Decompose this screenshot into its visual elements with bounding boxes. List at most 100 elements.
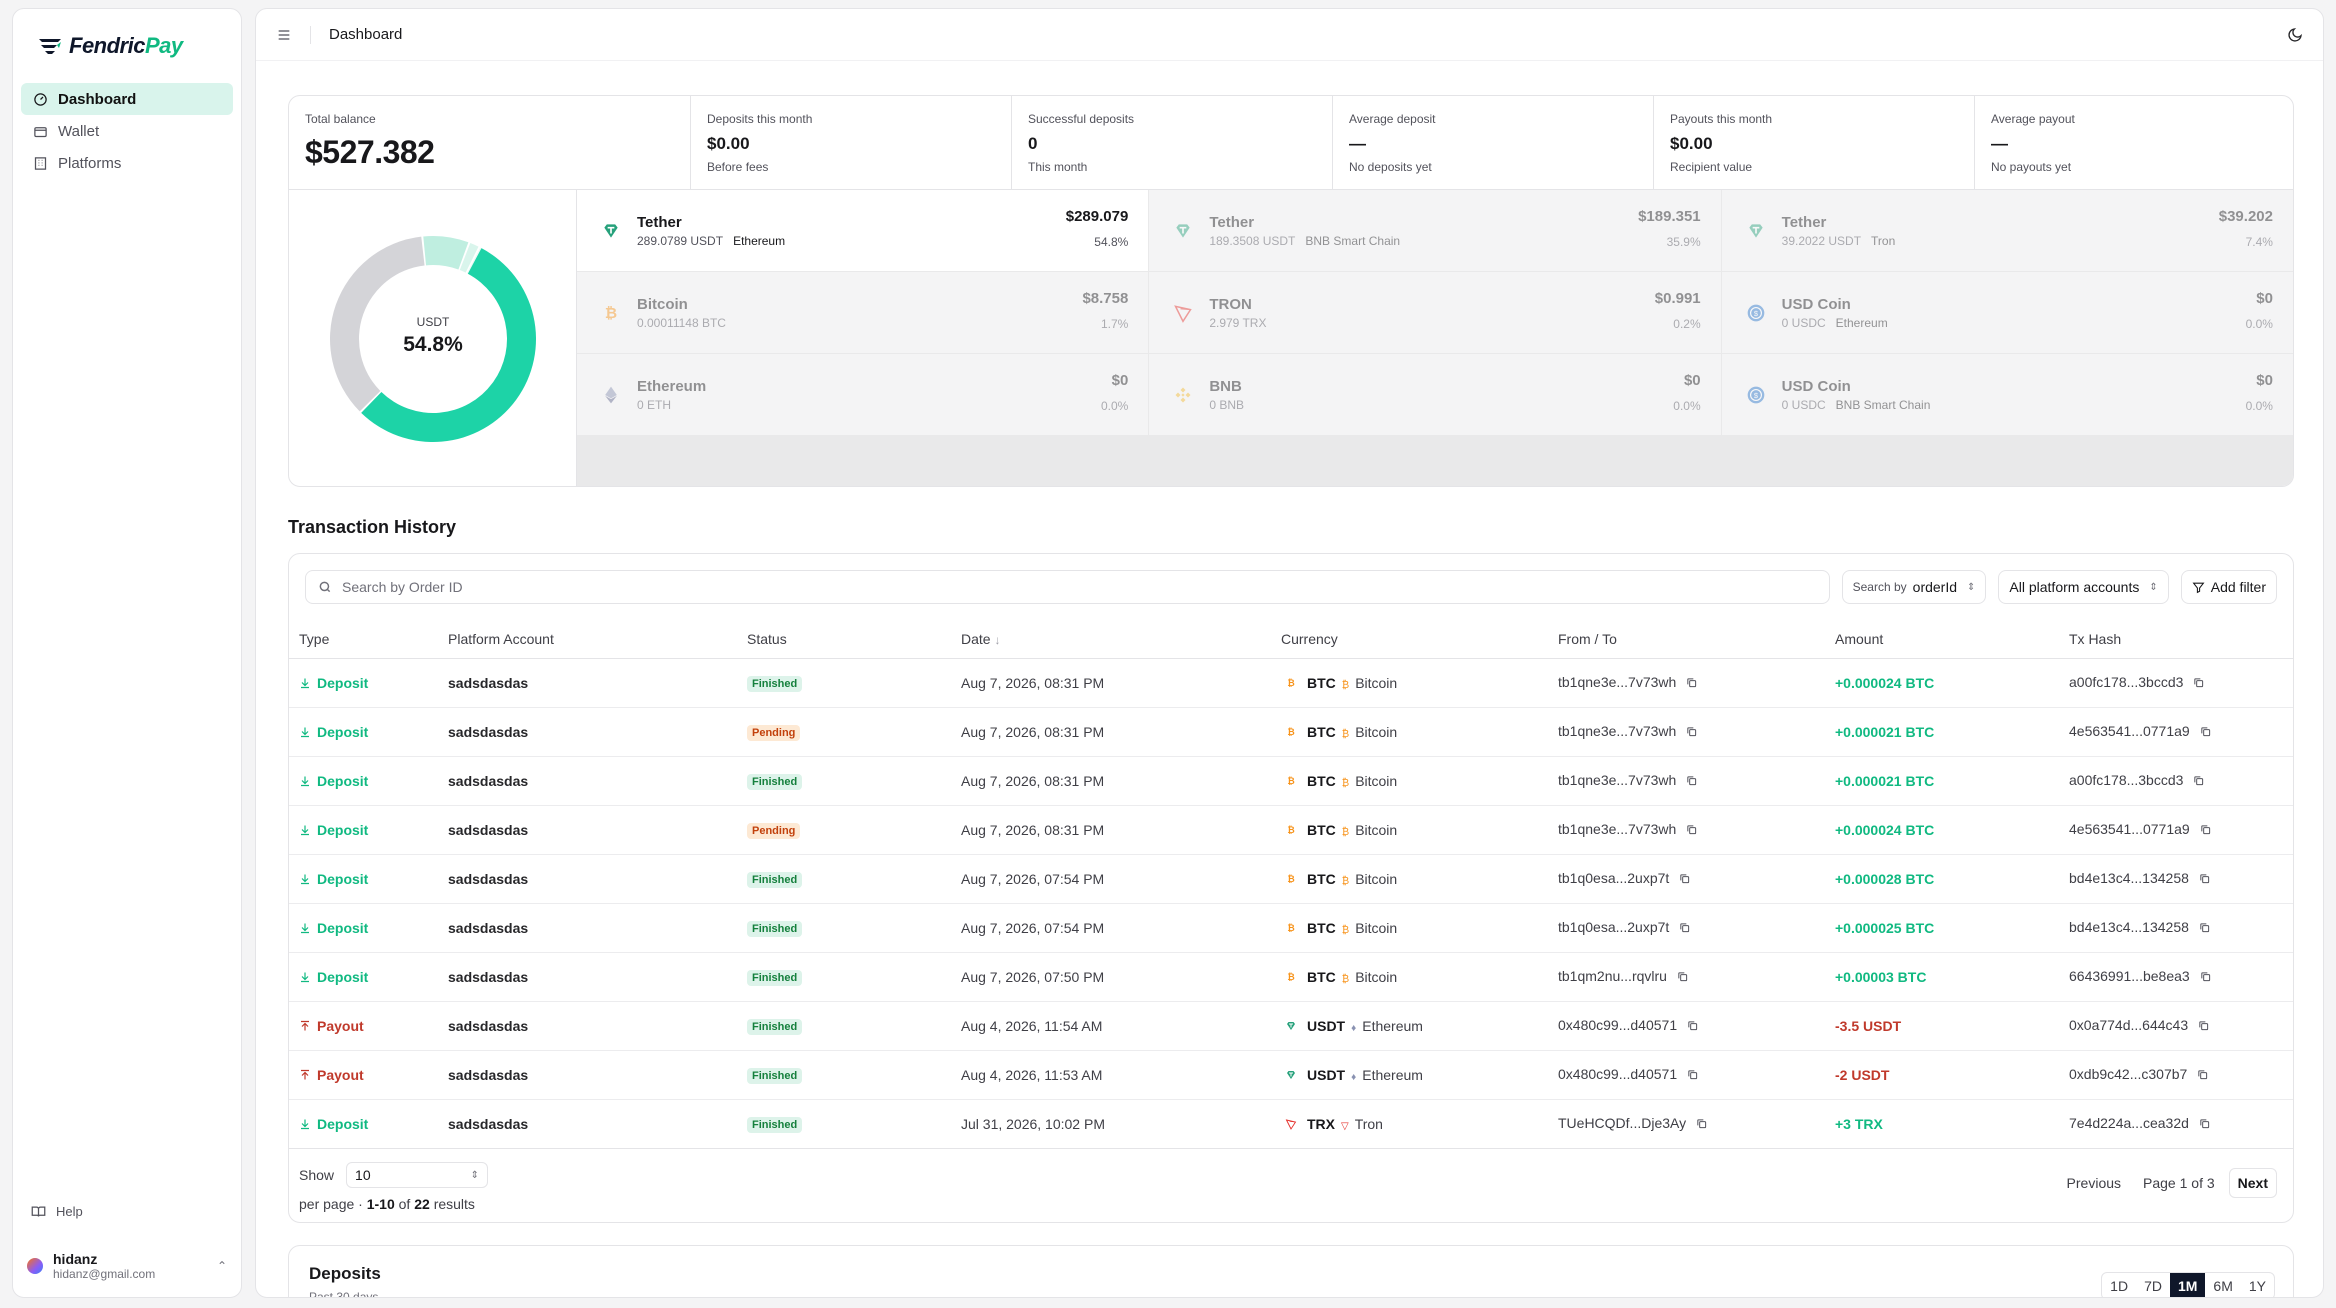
asset-name: Tether — [1209, 213, 1255, 231]
previous-page-button[interactable]: Previous — [2059, 1169, 2129, 1197]
range-button-1y[interactable]: 1Y — [2241, 1273, 2274, 1297]
table-row[interactable]: Deposit sadsdasdas Finished Aug 7, 2026,… — [289, 658, 2293, 708]
status-badge: Finished — [747, 1018, 803, 1035]
add-filter-button[interactable]: Add filter — [2180, 570, 2277, 604]
range-button-1m[interactable]: 1M — [2169, 1273, 2206, 1297]
copy-icon[interactable] — [2199, 920, 2210, 936]
table-row[interactable]: Deposit sadsdasdas Finished Jul 31, 2026… — [289, 1099, 2293, 1149]
deposit-arrow-icon — [299, 1118, 311, 1130]
copy-icon[interactable] — [1686, 724, 1697, 740]
asset-item[interactable]: Tether 189.3508 USDT BNB Smart Chain $18… — [1149, 190, 1721, 271]
range-button-7d[interactable]: 7D — [2136, 1273, 2170, 1297]
range-button-1d[interactable]: 1D — [2102, 1273, 2136, 1297]
copy-icon[interactable] — [1686, 675, 1697, 691]
search-field[interactable] — [305, 570, 1830, 604]
asset-amount: 2.979 TRX — [1209, 315, 1267, 330]
donut-segment-2[interactable] — [423, 236, 469, 270]
transaction-table: Type Platform Account Status Date ↓ Curr… — [289, 620, 2293, 1149]
asset-usd-value: $0 — [2256, 372, 2273, 389]
breadcrumb: Dashboard — [329, 26, 403, 43]
copy-icon[interactable] — [2200, 969, 2211, 985]
table-row[interactable]: Payout sadsdasdas Finished Aug 4, 2026, … — [289, 1050, 2293, 1100]
amount-cell: -2 USDT — [1835, 1066, 1890, 1083]
chevron-updown-icon: ⇕ — [470, 1169, 480, 1181]
search-by-select[interactable]: Search by orderId ⇕ — [1841, 570, 1987, 604]
table-row[interactable]: Deposit sadsdasdas Finished Aug 7, 2026,… — [289, 756, 2293, 806]
col-date[interactable]: Date ↓ — [951, 620, 1271, 659]
copy-icon[interactable] — [2197, 1067, 2208, 1083]
currency-cell: USDT ♦ Ethereum — [1281, 1065, 1538, 1085]
asset-usd-value: $0 — [2256, 290, 2273, 307]
asset-item[interactable]: $ USD Coin 0 USDC BNB Smart Chain $0 0.0… — [1721, 354, 2293, 435]
copy-icon[interactable] — [1686, 822, 1697, 838]
copy-icon[interactable] — [1687, 1067, 1698, 1083]
type-cell: Deposit — [299, 920, 428, 936]
asset-network: Tron — [1871, 233, 1896, 248]
asset-item[interactable]: Tether 289.0789 USDT Ethereum $289.079 5… — [577, 190, 1149, 271]
asset-percent: 0.0% — [1673, 399, 1701, 413]
platform-account-select[interactable]: All platform accounts ⇕ — [1998, 570, 2169, 604]
copy-icon[interactable] — [1679, 871, 1690, 887]
table-row[interactable]: Deposit sadsdasdas Finished Aug 7, 2026,… — [289, 854, 2293, 904]
brand-logo[interactable]: FendricPay — [21, 23, 233, 83]
copy-icon[interactable] — [1696, 1116, 1707, 1132]
avatar — [27, 1258, 43, 1274]
copy-icon[interactable] — [2200, 724, 2211, 740]
menu-toggle-icon[interactable] — [276, 27, 292, 43]
amount-cell: +0.000028 BTC — [1835, 870, 1935, 887]
copy-icon[interactable] — [2199, 871, 2210, 887]
user-menu[interactable]: hidanz hidanz@gmail.com ⌃ — [27, 1251, 227, 1281]
svg-text:₿: ₿ — [1287, 972, 1294, 982]
range-button-6m[interactable]: 6M — [2205, 1273, 2240, 1297]
copy-icon[interactable] — [1677, 969, 1688, 985]
next-page-button[interactable]: Next — [2228, 1168, 2277, 1198]
amount-cell: +0.000021 BTC — [1835, 772, 1935, 789]
asset-item[interactable]: Ethereum 0 ETH $0 0.0% — [577, 354, 1149, 435]
tether-icon — [1744, 219, 1768, 243]
asset-usd-value: $0.991 — [1654, 290, 1701, 307]
table-row[interactable]: Deposit sadsdasdas Finished Aug 7, 2026,… — [289, 952, 2293, 1002]
copy-icon[interactable] — [2199, 1116, 2210, 1132]
currency-cell: USDT ♦ Ethereum — [1281, 1016, 1538, 1036]
account-cell: sadsdasdas — [448, 821, 529, 838]
tether-icon — [1285, 1020, 1297, 1032]
table-row[interactable]: Payout sadsdasdas Finished Aug 4, 2026, … — [289, 1001, 2293, 1051]
asset-item[interactable]: ₿ Bitcoin 0.00011148 BTC $8.758 1.7% — [577, 272, 1149, 353]
tx-hash-cell: 4e563541...0771a9 — [2069, 722, 2190, 739]
bitcoin-icon: ₿ — [1285, 824, 1297, 836]
copy-icon[interactable] — [2200, 822, 2211, 838]
moon-icon[interactable] — [2287, 27, 2303, 43]
deposit-arrow-icon — [299, 824, 311, 836]
page-size-select[interactable]: 10 ⇕ — [346, 1162, 489, 1188]
sidebar-item-label: Dashboard — [58, 90, 137, 108]
search-input[interactable] — [342, 579, 1817, 595]
payout-arrow-icon — [299, 1069, 311, 1081]
tether-icon — [1285, 1069, 1297, 1081]
allocation-donut: USDT 54.8% — [289, 190, 577, 486]
table-row[interactable]: Deposit sadsdasdas Pending Aug 7, 2026, … — [289, 707, 2293, 757]
asset-name: USD Coin — [1781, 295, 1851, 313]
col-amount: Amount — [1825, 620, 2059, 659]
table-row[interactable]: Deposit sadsdasdas Pending Aug 7, 2026, … — [289, 805, 2293, 855]
copy-icon[interactable] — [1679, 920, 1690, 936]
sidebar-item-platforms[interactable]: Platforms — [21, 147, 233, 179]
asset-usd-value: $0 — [1683, 372, 1701, 389]
copy-icon[interactable] — [2198, 1018, 2209, 1034]
bitcoin-icon: ₿ — [1285, 775, 1297, 787]
asset-item[interactable]: $ USD Coin 0 USDC Ethereum $0 0.0% — [1721, 272, 2293, 353]
status-badge: Pending — [747, 724, 801, 741]
brand-name: FendricPay — [69, 33, 183, 58]
asset-usd-value: $289.079 — [1065, 208, 1129, 225]
sidebar-item-dashboard[interactable]: Dashboard — [21, 83, 233, 115]
asset-item[interactable]: Tether 39.2022 USDT Tron $39.202 7.4% — [1721, 190, 2293, 271]
copy-icon[interactable] — [1686, 773, 1697, 789]
asset-item[interactable]: BNB 0 BNB $0 0.0% — [1149, 354, 1721, 435]
table-row[interactable]: Deposit sadsdasdas Finished Aug 7, 2026,… — [289, 903, 2293, 953]
copy-icon[interactable] — [2193, 675, 2204, 691]
copy-icon[interactable] — [1687, 1018, 1698, 1034]
date-cell: Aug 4, 2026, 11:54 AM — [961, 1017, 1103, 1034]
help-link[interactable]: Help — [31, 1204, 83, 1219]
asset-item[interactable]: TRON 2.979 TRX $0.991 0.2% — [1149, 272, 1721, 353]
copy-icon[interactable] — [2193, 773, 2204, 789]
sidebar-item-wallet[interactable]: Wallet — [21, 115, 233, 147]
